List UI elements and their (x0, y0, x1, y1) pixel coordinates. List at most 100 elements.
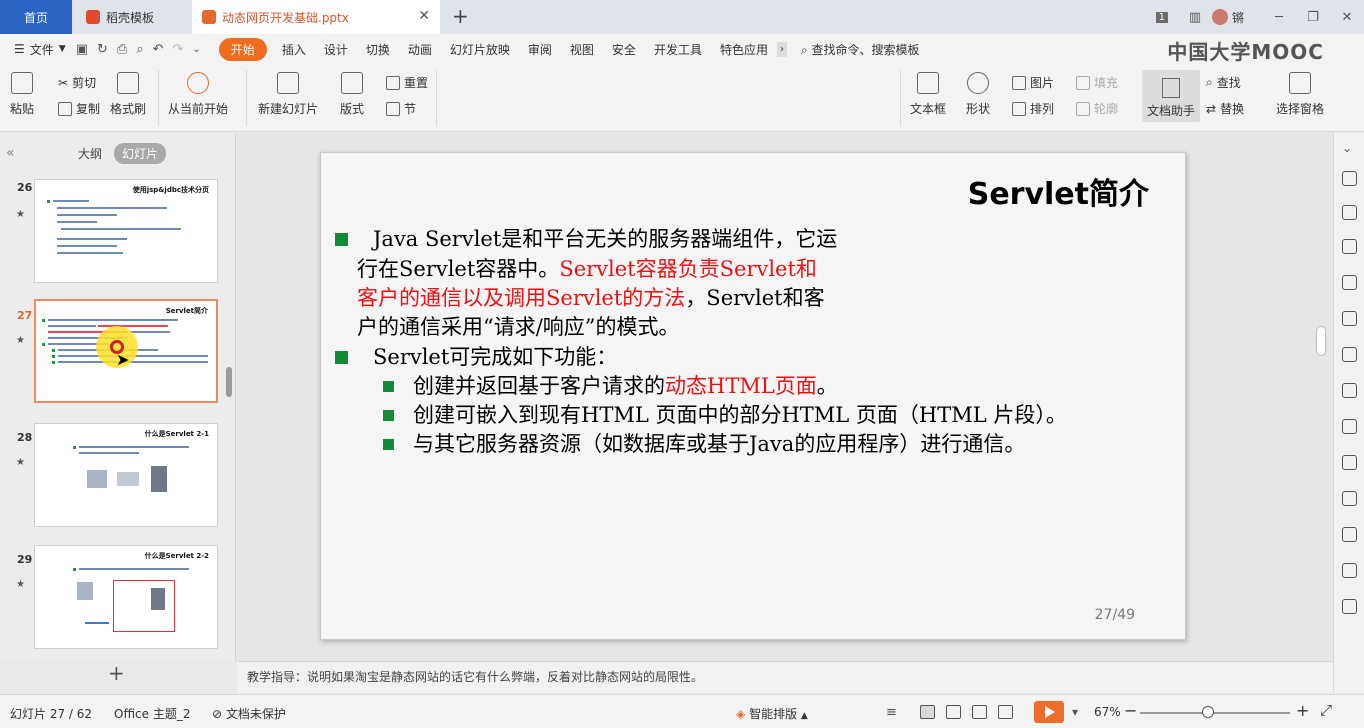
tab-document[interactable]: 动态网页开发基础.pptx ✕ (192, 0, 440, 34)
protect-status[interactable]: ⊘ 文档未保护 (212, 705, 286, 722)
slide-thumb-26[interactable]: 26 ★ 使用jsp&jdbc技术分页 (0, 179, 236, 285)
format-painter-button[interactable]: 格式刷 (110, 72, 146, 117)
slide-paragraph-1-line-4[interactable]: 户的通信采用“请求/响应”的模式。 (357, 313, 680, 342)
section-button[interactable]: 节 (386, 100, 416, 117)
slide-sorter-icon[interactable] (946, 705, 961, 719)
notes-page-icon[interactable] (998, 705, 1013, 719)
menu-item-transition[interactable]: 切换 (357, 41, 399, 58)
menu-item-slideshow[interactable]: 幻灯片放映 (441, 41, 519, 58)
print-preview-icon[interactable]: ⌕ (136, 42, 143, 57)
zoom-slider-handle[interactable] (1202, 706, 1214, 718)
tab-docer[interactable]: 稻壳模板 (72, 0, 190, 34)
speaker-notes[interactable]: 教学指导：说明如果淘宝是静态网站的话它有什么弊端，反着对比静态网站的局限性。 (237, 661, 1333, 693)
menu-item-features[interactable]: 特色应用 (711, 41, 777, 58)
slide-canvas[interactable]: Servlet简介 Java Servlet是和平台无关的服务器端组件，它运 行… (320, 152, 1186, 640)
command-search[interactable]: ⌕ 查找命令、搜索模板 (801, 41, 920, 58)
slide-paragraph-2[interactable]: Servlet可完成如下功能： (373, 343, 617, 372)
slide-thumb-29[interactable]: 29 ★ 什么是Servlet 2-2 (0, 545, 236, 651)
new-tab-button[interactable]: + (452, 4, 469, 28)
tab-outline[interactable]: 大纲 (70, 143, 110, 164)
more-menu-icon[interactable]: › (776, 41, 787, 57)
menu-item-insert[interactable]: 插入 (273, 41, 315, 58)
layout-icon[interactable]: ▥ (1178, 10, 1212, 25)
slide-bullet-2[interactable]: 创建可嵌入到现有HTML 页面中的部分HTML 页面（HTML 片段）。 (413, 401, 1067, 430)
play-from-current-button[interactable]: 从当前开始 (168, 72, 228, 117)
fill-button[interactable]: 填充 (1076, 74, 1118, 91)
play-slideshow-button[interactable] (1034, 701, 1064, 723)
customize-icon[interactable]: ⌄ (192, 44, 200, 55)
find-button[interactable]: ⌕ 查找 (1206, 74, 1241, 91)
slide-bullet-3[interactable]: 与其它服务器资源（如数据库或基于Java的应用程序）进行通信。 (413, 430, 1025, 459)
slide-bullet-1[interactable]: 创建并返回基于客户请求的动态HTML页面。 (413, 372, 838, 401)
canvas-scrollbar[interactable] (1316, 326, 1326, 356)
audio-icon[interactable] (1342, 563, 1357, 578)
notes-toggle-icon[interactable]: ≡ (886, 705, 901, 720)
slide-title[interactable]: Servlet简介 (968, 169, 1149, 213)
magic-icon[interactable] (1342, 171, 1357, 186)
zoom-out-icon[interactable]: − (1124, 701, 1137, 720)
add-slide-button[interactable]: + (108, 661, 125, 685)
menu-item-animation[interactable]: 动画 (399, 41, 441, 58)
archive-icon[interactable] (1342, 491, 1357, 506)
menu-item-start[interactable]: 开始 (218, 37, 267, 61)
play-options-icon[interactable]: ▾ (1072, 705, 1078, 719)
chevron-down-icon[interactable]: ⌄ (1342, 141, 1357, 156)
image-icon[interactable] (1342, 527, 1357, 542)
copy-style-icon[interactable] (1342, 205, 1357, 220)
slide-paragraph-1-line-3[interactable]: 客户的通信以及调用Servlet的方法，Servlet和客 (357, 284, 825, 313)
menu-item-view[interactable]: 视图 (561, 41, 603, 58)
crop-icon[interactable] (1342, 311, 1357, 326)
user-name[interactable]: 锵 (1232, 9, 1244, 26)
slide-paragraph-1-line-1[interactable]: Java Servlet是和平台无关的服务器端组件，它运 (373, 225, 837, 254)
slide-paragraph-1-line-2[interactable]: 行在Servlet容器中。Servlet容器负责Servlet和 (357, 255, 817, 284)
chart-icon[interactable] (1342, 347, 1357, 362)
copy-button[interactable]: 复制 (58, 100, 100, 117)
reset-button[interactable]: 重置 (386, 74, 428, 91)
undo-icon[interactable]: ↶ (153, 42, 164, 57)
restore-icon[interactable]: ❐ (1296, 10, 1330, 25)
print-icon[interactable]: ⎙ (117, 42, 127, 57)
slides-panel-scrollbar[interactable] (226, 367, 232, 397)
close-window-icon[interactable]: ✕ (1330, 10, 1364, 25)
picture-button[interactable]: 图片 (1012, 74, 1054, 91)
print-icon[interactable] (1342, 419, 1357, 434)
selection-pane-button[interactable]: 选择窗格 (1276, 72, 1324, 117)
outline-button[interactable]: 轮廓 (1076, 100, 1118, 117)
menu-item-review[interactable]: 审阅 (519, 41, 561, 58)
window-count-badge[interactable]: 1 (1155, 11, 1168, 23)
normal-view-icon[interactable] (920, 705, 935, 719)
slide-thumb-28[interactable]: 28 ★ 什么是Servlet 2-1 (0, 423, 236, 529)
replace-button[interactable]: ⇄ 替换 (1206, 100, 1244, 117)
zoom-in-icon[interactable]: + (1296, 701, 1309, 720)
new-slide-button[interactable]: 新建幻灯片 (258, 72, 318, 117)
layout-button[interactable]: 版式 (340, 72, 364, 117)
smart-layout-button[interactable]: ◈ 智能排版 ▲ (736, 705, 808, 722)
zoom-level[interactable]: 67% (1094, 705, 1121, 719)
collapse-panel-icon[interactable]: « (6, 145, 15, 161)
shapes-icon[interactable] (1342, 239, 1357, 254)
share-icon[interactable] (1342, 455, 1357, 470)
close-tab-icon[interactable]: ✕ (418, 8, 430, 24)
minimize-icon[interactable]: ─ (1262, 10, 1296, 25)
paste-button[interactable]: 粘贴 (10, 72, 34, 117)
settings-icon[interactable] (1342, 383, 1357, 398)
menu-item-design[interactable]: 设计 (315, 41, 357, 58)
redo-icon[interactable]: ↷ (173, 42, 184, 57)
tab-slides[interactable]: 幻灯片 (114, 143, 167, 164)
video-icon[interactable] (1342, 599, 1357, 614)
avatar[interactable] (1211, 9, 1228, 25)
zoom-slider-track[interactable] (1140, 712, 1290, 714)
menu-item-developer[interactable]: 开发工具 (645, 41, 711, 58)
arrange-button[interactable]: 排列 (1012, 100, 1054, 117)
tab-home[interactable]: 首页 (0, 0, 72, 34)
save-icon[interactable]: ▣ (76, 42, 88, 57)
file-menu[interactable]: ☰ 文件 ▼ (0, 41, 66, 58)
textbox-button[interactable]: 文本框 (910, 72, 946, 117)
export-icon[interactable]: ↻ (97, 42, 108, 57)
menu-item-security[interactable]: 安全 (603, 41, 645, 58)
doc-assistant-button[interactable]: 文档助手 (1142, 70, 1200, 122)
shape-button[interactable]: 形状 (966, 72, 990, 117)
reading-view-icon[interactable] (972, 705, 987, 719)
cut-button[interactable]: ✂ 剪切 (58, 74, 96, 91)
fit-window-icon[interactable]: ⤢ (1320, 701, 1332, 719)
